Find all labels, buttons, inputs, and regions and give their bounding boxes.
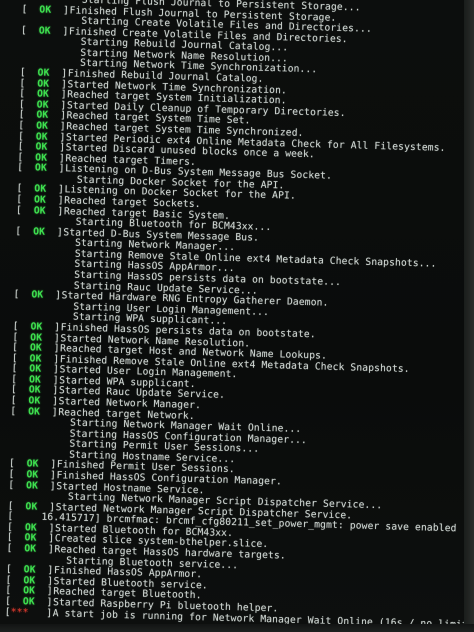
ok-status-badge: OK	[36, 88, 50, 100]
ok-status-badge: OK	[31, 289, 44, 301]
ok-status-badge: OK	[28, 384, 41, 397]
ok-status-badge: OK	[39, 4, 52, 16]
monitor-bezel-right	[464, 0, 474, 632]
log-status	[9, 445, 69, 447]
log-status	[16, 223, 76, 225]
log-status	[15, 244, 75, 246]
log-status	[17, 181, 77, 183]
log-status	[13, 318, 73, 320]
monitor-bezel-bottom	[0, 624, 474, 632]
log-status	[21, 43, 81, 45]
log-status	[14, 286, 74, 288]
ok-status-badge: OK	[35, 120, 49, 132]
ok-status-badge: OK	[29, 363, 42, 375]
ok-status-badge: OK	[34, 183, 47, 196]
ok-status-badge: OK	[22, 585, 36, 597]
ok-status-badge: OK	[38, 25, 51, 37]
ok-status-badge: OK	[29, 342, 42, 354]
ok-status-badge: OK	[23, 564, 36, 576]
ok-status-badge: OK	[35, 141, 48, 153]
log-status	[20, 54, 80, 56]
ok-status-badge: OK	[33, 204, 46, 217]
ok-status-badge: OK	[30, 321, 43, 333]
busy-indicator: ***	[10, 606, 47, 619]
log-status	[13, 308, 73, 310]
ok-status-badge: OK	[24, 543, 37, 555]
log-status	[6, 561, 66, 563]
log-status	[21, 22, 81, 24]
ok-status-badge: OK	[25, 479, 39, 492]
log-status	[10, 435, 70, 437]
log-status	[15, 255, 75, 257]
log-status	[8, 498, 68, 500]
log-status	[20, 64, 80, 66]
log-status	[10, 424, 70, 426]
ok-status-badge: OK	[28, 405, 41, 418]
log-status	[22, 1, 82, 3]
log-status	[14, 276, 74, 278]
boot-console-screen: Starting Flush Journal to Persistent Sto…	[0, 0, 474, 632]
log-status: [*** ]	[4, 606, 53, 619]
ok-status-badge: OK	[33, 226, 46, 238]
ok-status-badge: OK	[34, 162, 47, 175]
boot-log: Starting Flush Journal to Persistent Sto…	[4, 0, 474, 630]
log-status	[14, 265, 74, 267]
